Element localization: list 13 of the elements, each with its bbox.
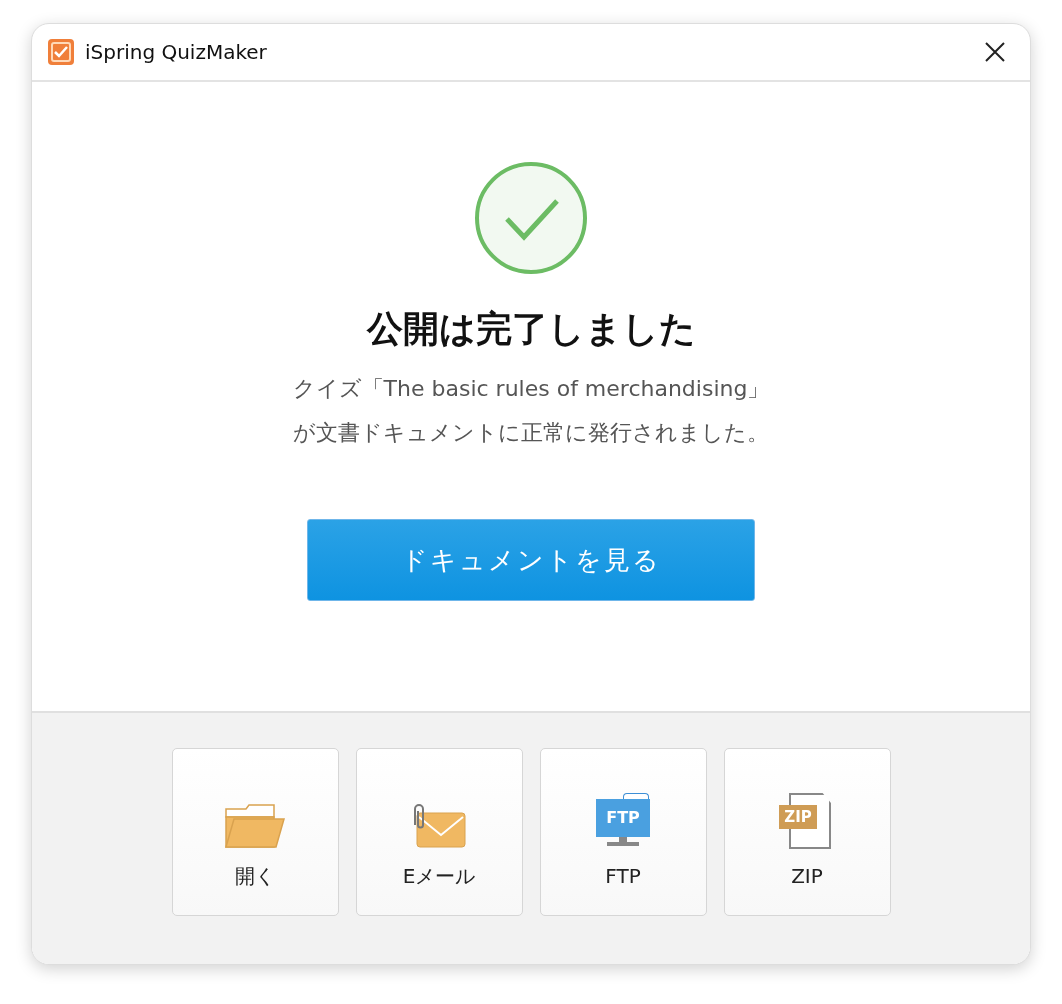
folder-icon	[224, 803, 286, 849]
export-tile[interactable]: ZIP ZIP	[723, 748, 891, 916]
close-icon	[984, 41, 1006, 63]
export-tile[interactable]: FTP FTP	[539, 748, 707, 916]
status-message: が文書ドキュメントに正常に発行されました。	[293, 419, 769, 447]
app-logo-icon	[47, 38, 75, 66]
status-heading: 公開は完了しました	[366, 307, 696, 351]
success-check-icon	[474, 161, 588, 275]
window-title: iSpring QuizMaker	[85, 39, 267, 66]
export-tile[interactable]: Eメール	[355, 748, 523, 916]
email-attachment-icon	[411, 803, 467, 849]
export-tile[interactable]: 開く	[171, 748, 339, 916]
status-message: クイズ「The basic rules of merchandising」	[292, 375, 770, 403]
